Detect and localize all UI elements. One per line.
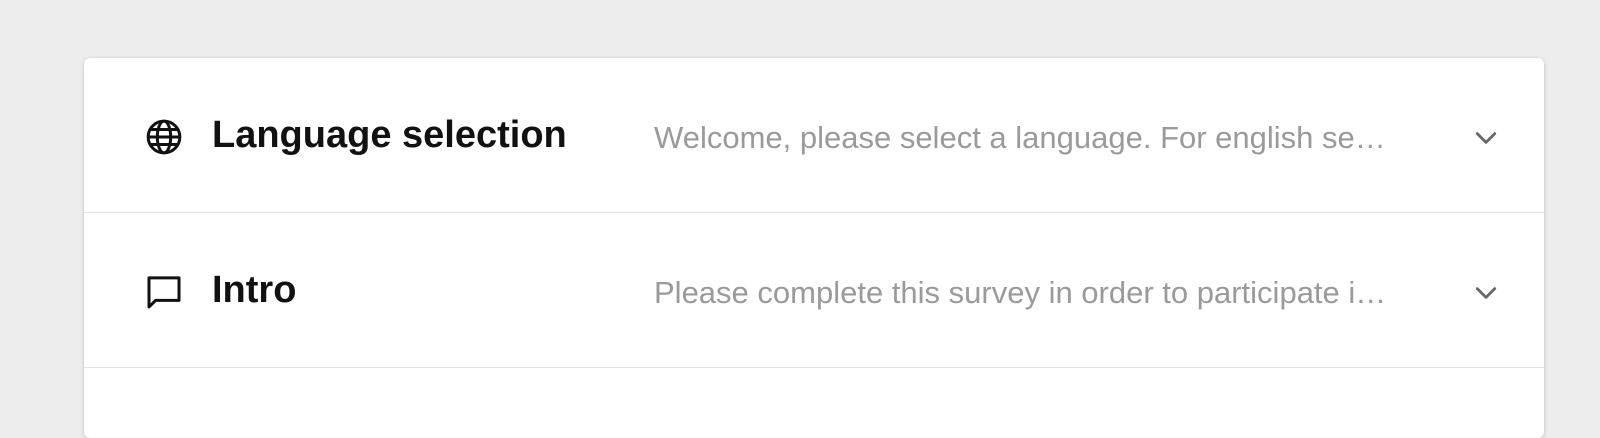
section-row-language-selection[interactable]: Language selection Welcome, please selec… [84,58,1544,213]
chat-bubble-icon [144,272,184,312]
globe-icon [144,117,184,157]
section-row-intro[interactable]: Intro Please complete this survey in ord… [84,213,1544,368]
section-summary-text: Please complete this survey in order to … [654,274,1394,310]
section-summary-text: Welcome, please select a language. For e… [654,119,1394,155]
chevron-down-icon[interactable] [1468,120,1504,156]
chevron-down-icon[interactable] [1468,275,1504,311]
section-title: Intro [212,269,297,311]
section-title: Language selection [212,114,567,156]
sections-card: Language selection Welcome, please selec… [84,58,1544,438]
section-summary: Please complete this survey in order to … [654,213,1394,368]
section-summary: Welcome, please select a language. For e… [654,58,1394,213]
